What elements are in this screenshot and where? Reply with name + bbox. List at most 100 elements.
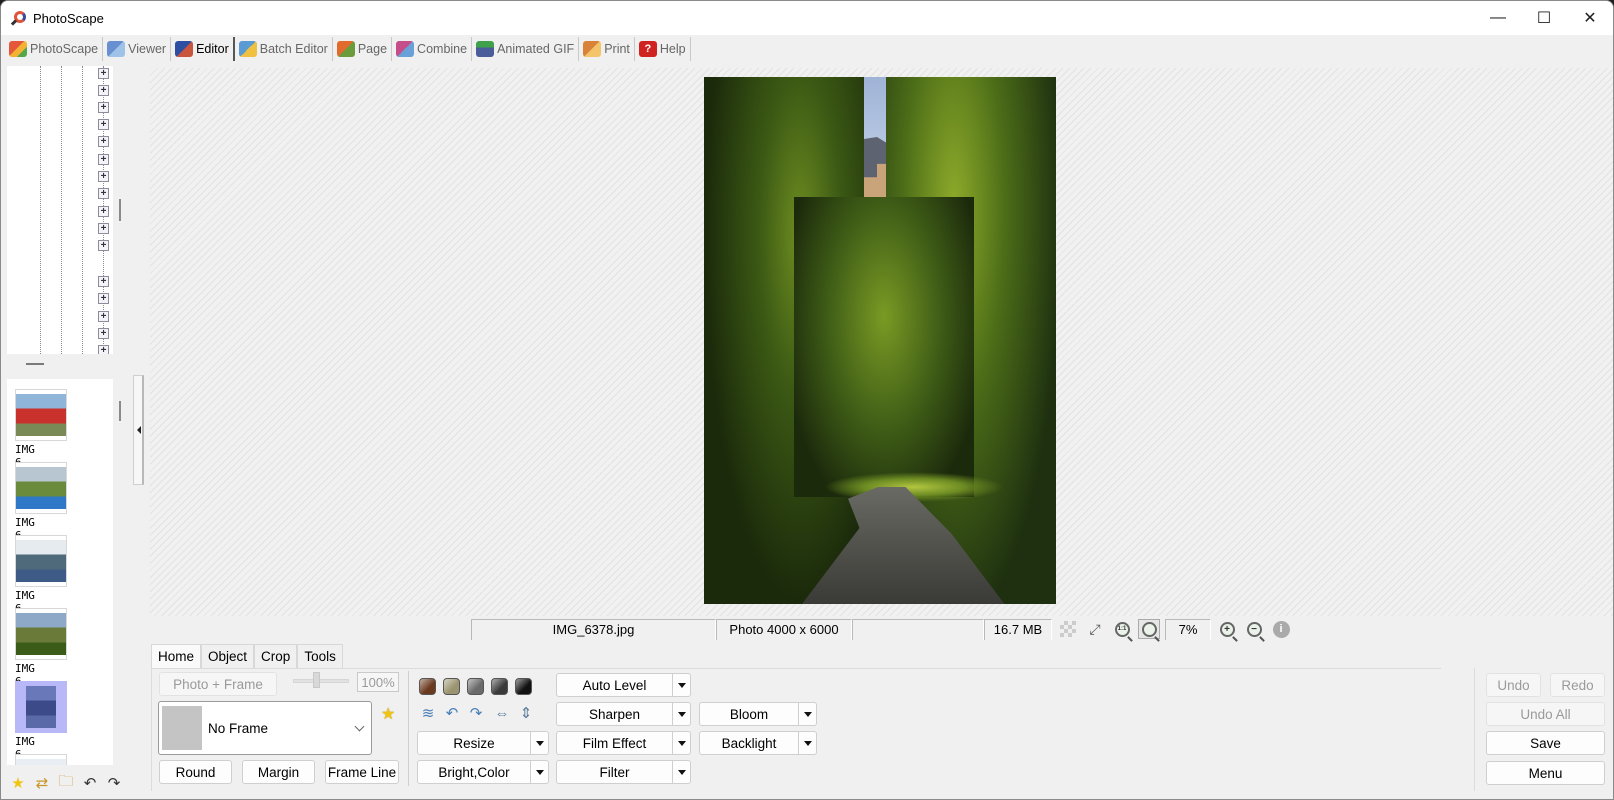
rotate-left-icon[interactable]: ↶ (443, 704, 461, 722)
thumbnail-item[interactable]: IMG 6... (15, 462, 67, 542)
sharpen-dropdown[interactable] (673, 702, 691, 726)
bloom-dropdown[interactable] (799, 702, 817, 726)
transparency-toggle[interactable] (1057, 619, 1079, 639)
thumbnail-scrollbar[interactable] (119, 401, 121, 421)
thumbnail-item[interactable] (15, 754, 67, 765)
round-button[interactable]: Round (159, 760, 232, 784)
bright-color-dropdown[interactable] (531, 760, 549, 784)
auto-contrast-preset-icon[interactable] (515, 678, 532, 695)
filter-button[interactable]: Filter (556, 760, 673, 784)
photo-frame-button[interactable]: Photo + Frame (159, 672, 277, 696)
thumbnail-item[interactable]: IMG 6... (15, 608, 67, 688)
straighten-icon[interactable]: ≋ (419, 704, 437, 722)
folder-tree[interactable]: + + + + + + + + + + + + + + + + (7, 66, 113, 354)
film-effect-button[interactable]: Film Effect (556, 731, 673, 755)
refresh-icon[interactable]: ⇄ (33, 774, 51, 792)
tab-combine[interactable]: Combine (392, 37, 473, 61)
zoom-in-button[interactable]: + (1216, 619, 1238, 639)
tree-expand-icon[interactable]: + (98, 276, 109, 287)
thumbnail-item[interactable]: IMG 6... (15, 535, 67, 615)
tree-expand-icon[interactable]: + (98, 154, 109, 165)
bloom-button[interactable]: Bloom (699, 702, 799, 726)
tree-expand-icon[interactable]: + (98, 223, 109, 234)
bright-color-button[interactable]: Bright,Color (417, 760, 531, 784)
back-arrow-icon[interactable]: ↶ (81, 774, 99, 792)
tool-tab-crop[interactable]: Crop (254, 644, 298, 668)
frame-percent-field[interactable]: 100% (357, 672, 399, 692)
favorite-star-icon[interactable]: ★ (9, 774, 27, 792)
tree-expand-icon[interactable]: + (98, 171, 109, 182)
fit-screen-button[interactable]: ⤢ (1084, 619, 1106, 639)
auto-contrast-preset-icon[interactable] (443, 678, 460, 695)
tree-expand-icon[interactable]: + (98, 345, 109, 354)
resize-dropdown[interactable] (531, 731, 549, 755)
frame-size-slider-thumb[interactable] (313, 672, 320, 688)
forward-arrow-icon[interactable]: ↷ (105, 774, 123, 792)
frame-select[interactable]: No Frame (158, 701, 372, 755)
thumbnail-list[interactable]: IMG 6... IMG 6... IMG 6... IMG 6... IMG … (7, 379, 113, 765)
menu-button[interactable]: Menu (1486, 761, 1605, 785)
tree-scrollbar[interactable] (119, 199, 121, 221)
tool-tab-home[interactable]: Home (151, 644, 202, 669)
tool-tab-tools[interactable]: Tools (297, 644, 343, 668)
tree-expand-icon[interactable]: + (98, 206, 109, 217)
tree-expand-icon[interactable]: + (98, 102, 109, 113)
film-effect-dropdown[interactable] (673, 731, 691, 755)
margin-button[interactable]: Margin (242, 760, 315, 784)
close-button[interactable]: ✕ (1567, 1, 1613, 35)
tool-tab-object[interactable]: Object (201, 644, 255, 668)
tree-expand-icon[interactable]: + (98, 293, 109, 304)
maximize-button[interactable]: ☐ (1521, 1, 1567, 35)
redo-button[interactable]: Redo (1550, 673, 1605, 697)
sharpen-button[interactable]: Sharpen (556, 702, 673, 726)
filter-dropdown[interactable] (673, 760, 691, 784)
frame-size-slider-track[interactable] (293, 679, 349, 683)
zoom-out-button[interactable]: − (1243, 619, 1265, 639)
undo-button[interactable]: Undo (1486, 673, 1541, 697)
zoom-fit-button[interactable] (1138, 619, 1160, 639)
favorite-frame-star-icon[interactable]: ★ (381, 704, 395, 724)
thumbnail-image (15, 462, 67, 514)
tab-animated-gif[interactable]: Animated GIF (472, 37, 580, 61)
tree-expand-icon[interactable]: + (98, 188, 109, 199)
tree-expand-icon[interactable]: + (98, 328, 109, 339)
collapse-panel-button[interactable] (133, 375, 144, 485)
tab-help[interactable]: ? Help (635, 37, 691, 61)
tree-expand-icon[interactable]: + (98, 68, 109, 79)
tab-viewer[interactable]: Viewer (103, 37, 172, 61)
tree-expand-icon[interactable]: + (98, 119, 109, 130)
title-bar: PhotoScape — ☐ ✕ (1, 1, 1613, 35)
auto-contrast-preset-icon[interactable] (419, 678, 436, 695)
rotate-right-icon[interactable]: ↷ (467, 704, 485, 722)
thumbnail-item[interactable]: IMG 6... (15, 389, 67, 469)
tree-expand-icon[interactable]: + (98, 136, 109, 147)
tab-page[interactable]: Page (333, 37, 393, 61)
edited-photo[interactable] (704, 77, 1056, 604)
info-button[interactable]: i (1270, 619, 1292, 639)
actual-size-button[interactable]: 1:1 (1111, 619, 1133, 639)
auto-contrast-preset-icon[interactable] (467, 678, 484, 695)
tree-expand-icon[interactable]: + (98, 85, 109, 96)
auto-contrast-preset-icon[interactable] (491, 678, 508, 695)
auto-level-dropdown[interactable] (673, 673, 691, 697)
open-folder-icon[interactable]: 🗀 (57, 773, 75, 792)
panel-splitter[interactable] (26, 363, 44, 365)
thumbnail-image (15, 681, 67, 733)
flip-vertical-icon[interactable]: ⇕ (517, 704, 535, 722)
backlight-button[interactable]: Backlight (699, 731, 799, 755)
tab-batch-editor[interactable]: Batch Editor (235, 37, 333, 61)
tab-editor[interactable]: Editor (171, 37, 235, 61)
backlight-dropdown[interactable] (799, 731, 817, 755)
minimize-button[interactable]: — (1475, 1, 1521, 35)
undo-all-button[interactable]: Undo All (1486, 702, 1605, 726)
tree-expand-icon[interactable]: + (98, 240, 109, 251)
tab-print[interactable]: Print (579, 37, 635, 61)
flip-horizontal-icon[interactable]: ⇔ (493, 704, 511, 722)
tab-photoscape[interactable]: PhotoScape (5, 37, 104, 61)
resize-button[interactable]: Resize (417, 731, 531, 755)
frame-line-button[interactable]: Frame Line (325, 760, 399, 784)
auto-level-button[interactable]: Auto Level (556, 673, 673, 697)
thumbnail-item-selected[interactable]: IMG 6... (15, 681, 67, 761)
save-button[interactable]: Save (1486, 731, 1605, 755)
tree-expand-icon[interactable]: + (98, 311, 109, 322)
